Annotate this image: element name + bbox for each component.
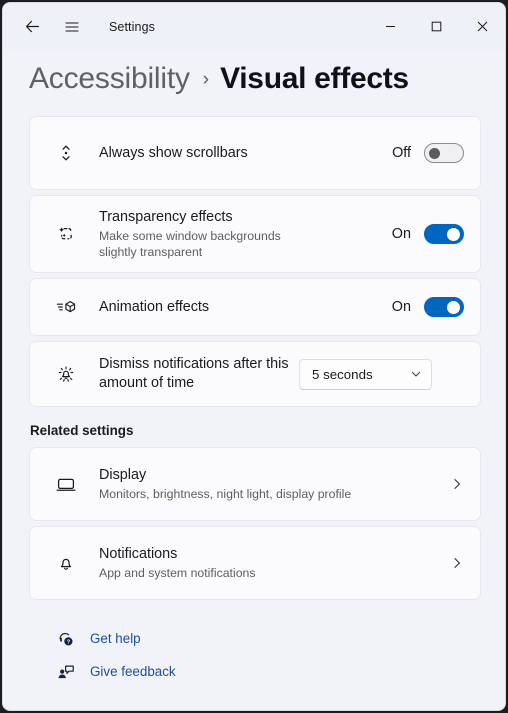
settings-window: Settings Accessibility › Visual effects …: [2, 2, 506, 711]
setting-control: On: [392, 224, 464, 244]
setting-text-block: Transparency effects Make some window ba…: [86, 208, 392, 261]
transparency-effects-toggle[interactable]: [424, 224, 464, 244]
always-show-scrollbars-toggle[interactable]: [424, 143, 464, 163]
monitor-icon: [46, 473, 86, 495]
navigation-menu-button[interactable]: [55, 12, 89, 42]
help-icon: ?: [53, 630, 79, 648]
setting-title: Transparency effects: [99, 208, 233, 225]
toggle-state-label: Off: [392, 145, 411, 161]
related-item-display[interactable]: Display Monitors, brightness, night ligh…: [29, 447, 481, 521]
feedback-icon: [53, 663, 79, 681]
chevron-right-icon: [450, 477, 464, 491]
breadcrumb-parent-link[interactable]: Accessibility: [29, 62, 190, 96]
svg-text:?: ?: [67, 639, 71, 645]
related-item-subtitle: App and system notifications: [99, 565, 256, 580]
toggle-knob: [429, 148, 440, 159]
dropdown-selected-value: 5 seconds: [312, 366, 373, 382]
maximize-icon: [431, 21, 441, 32]
close-icon: [477, 21, 487, 32]
give-feedback-label: Give feedback: [90, 664, 176, 679]
page-title: Visual effects: [220, 62, 409, 95]
dismiss-notifications-dropdown[interactable]: 5 seconds: [299, 358, 432, 390]
setting-row-animation-effects[interactable]: Animation effects On: [29, 278, 481, 336]
related-text-block: Notifications App and system notificatio…: [86, 545, 450, 582]
breadcrumb-separator: ›: [202, 69, 210, 90]
related-settings-heading: Related settings: [30, 423, 134, 438]
related-item-notifications[interactable]: Notifications App and system notificatio…: [29, 526, 481, 600]
setting-subtitle: Make some window backgrounds slightly tr…: [99, 228, 281, 260]
related-item-title: Notifications: [99, 545, 178, 562]
get-help-label: Get help: [90, 631, 141, 646]
toggle-knob: [447, 301, 460, 314]
app-title: Settings: [109, 19, 155, 34]
setting-row-always-show-scrollbars[interactable]: Always show scrollbars Off: [29, 116, 481, 190]
settings-content: Always show scrollbars Off Transparency …: [3, 104, 505, 688]
window-controls: [367, 3, 505, 50]
minimize-icon: [385, 26, 395, 27]
scrollbar-icon: [46, 142, 86, 164]
back-arrow-icon: [25, 20, 39, 33]
get-help-link[interactable]: ? Get help: [53, 622, 481, 655]
chevron-down-icon: [412, 372, 420, 377]
minimize-button[interactable]: [367, 3, 413, 50]
hamburger-menu-icon: [65, 21, 79, 32]
setting-control: On: [392, 297, 464, 317]
bell-alert-icon: [46, 363, 86, 385]
breadcrumb: Accessibility › Visual effects: [3, 50, 505, 104]
bell-icon: [46, 552, 86, 574]
animation-effects-toggle[interactable]: [424, 297, 464, 317]
back-button[interactable]: [15, 12, 49, 42]
give-feedback-link[interactable]: Give feedback: [53, 655, 481, 688]
close-button[interactable]: [459, 3, 505, 50]
setting-control: Off: [392, 143, 464, 163]
setting-title: Always show scrollbars: [99, 144, 248, 161]
transparency-icon: [46, 223, 86, 245]
related-item-title: Display: [99, 466, 147, 483]
setting-text-block: Animation effects: [86, 298, 392, 317]
related-text-block: Display Monitors, brightness, night ligh…: [86, 466, 450, 503]
maximize-button[interactable]: [413, 3, 459, 50]
setting-row-transparency-effects[interactable]: Transparency effects Make some window ba…: [29, 195, 481, 273]
footer-links: ? Get help Give feedback: [29, 605, 481, 688]
setting-text-block: Dismiss notifications after this amount …: [86, 355, 299, 393]
title-bar: Settings: [3, 3, 505, 50]
setting-row-dismiss-notifications[interactable]: Dismiss notifications after this amount …: [29, 341, 481, 407]
animation-icon: [46, 297, 86, 317]
toggle-knob: [447, 228, 460, 241]
setting-control: 5 seconds: [299, 358, 432, 390]
chevron-right-icon: [450, 556, 464, 570]
toggle-state-label: On: [391, 299, 411, 315]
setting-title: Dismiss notifications after this amount …: [99, 356, 289, 391]
toggle-state-label: On: [391, 226, 411, 242]
setting-title: Animation effects: [99, 298, 210, 315]
related-item-subtitle: Monitors, brightness, night light, displ…: [99, 486, 352, 501]
setting-text-block: Always show scrollbars: [86, 144, 392, 163]
